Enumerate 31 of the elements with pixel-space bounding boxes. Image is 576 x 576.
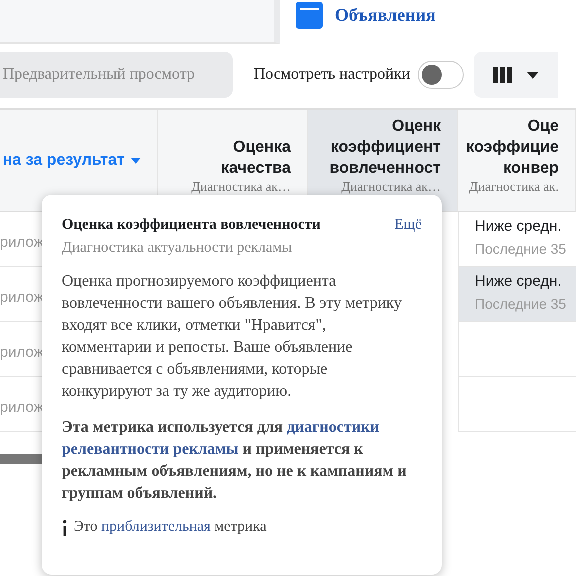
more-link[interactable]: Ещё [394, 217, 422, 234]
table-cell: рилож [0, 289, 44, 306]
sort-caret-icon [131, 158, 141, 164]
column-subtitle: Диагностика ак. [469, 179, 559, 195]
column-subtitle: Диагностика ак… [342, 179, 441, 195]
usage-note: Эта метрика используется для диагностики релевантности рекламы и применяется к рекламным объявлениям, но не к кампаниям и группам объявлений. [62, 418, 408, 504]
columns-button[interactable] [474, 52, 558, 98]
table-cell: рилож [0, 234, 44, 251]
info-icon [62, 520, 68, 536]
column-subtitle: Диагностика ак… [192, 179, 291, 195]
columns-icon [493, 67, 514, 83]
table-cell: Ниже средн. Последние 35 [458, 267, 576, 322]
table-cell: рилож [0, 344, 44, 361]
table-cell: рилож [0, 399, 44, 416]
preview-field[interactable]: Предварительный просмотр [0, 52, 233, 98]
toggle-label: Посмотреть настройки [254, 66, 410, 84]
tooltip-title: Оценка коэффициента вовлеченности [62, 217, 321, 234]
caret-icon [527, 72, 540, 78]
link[interactable]: релевантности рекламы [62, 441, 239, 458]
section-title[interactable]: Объявления [335, 3, 436, 27]
column-title: на за результат [2, 150, 141, 171]
link[interactable]: приблизительная [102, 519, 211, 535]
column-title: Оценк коэффициент вовлеченност [330, 117, 441, 179]
column-title: Оце коэффицие конвер [466, 117, 559, 179]
column-header[interactable]: Оце коэффицие конвер Диагностика ак. [458, 110, 576, 212]
tooltip-subtitle: Диагностика актуальности рекламы [62, 240, 294, 257]
link[interactable]: диагностики [287, 419, 380, 436]
column-title: Оценка качества [221, 138, 291, 179]
footer-text: Это приблизительная метрика [74, 519, 267, 536]
description-text: Оценка прогнозируемого коэффициента вовлеченности вашего объявления. В эту метрику входят все клики, отметки "Нравится", комментарии и репосты. Ваше объявление сравнивается с объявлениями, которые конкурируют за ту же аудиторию. [62, 272, 403, 402]
settings-toggle[interactable] [418, 61, 464, 89]
